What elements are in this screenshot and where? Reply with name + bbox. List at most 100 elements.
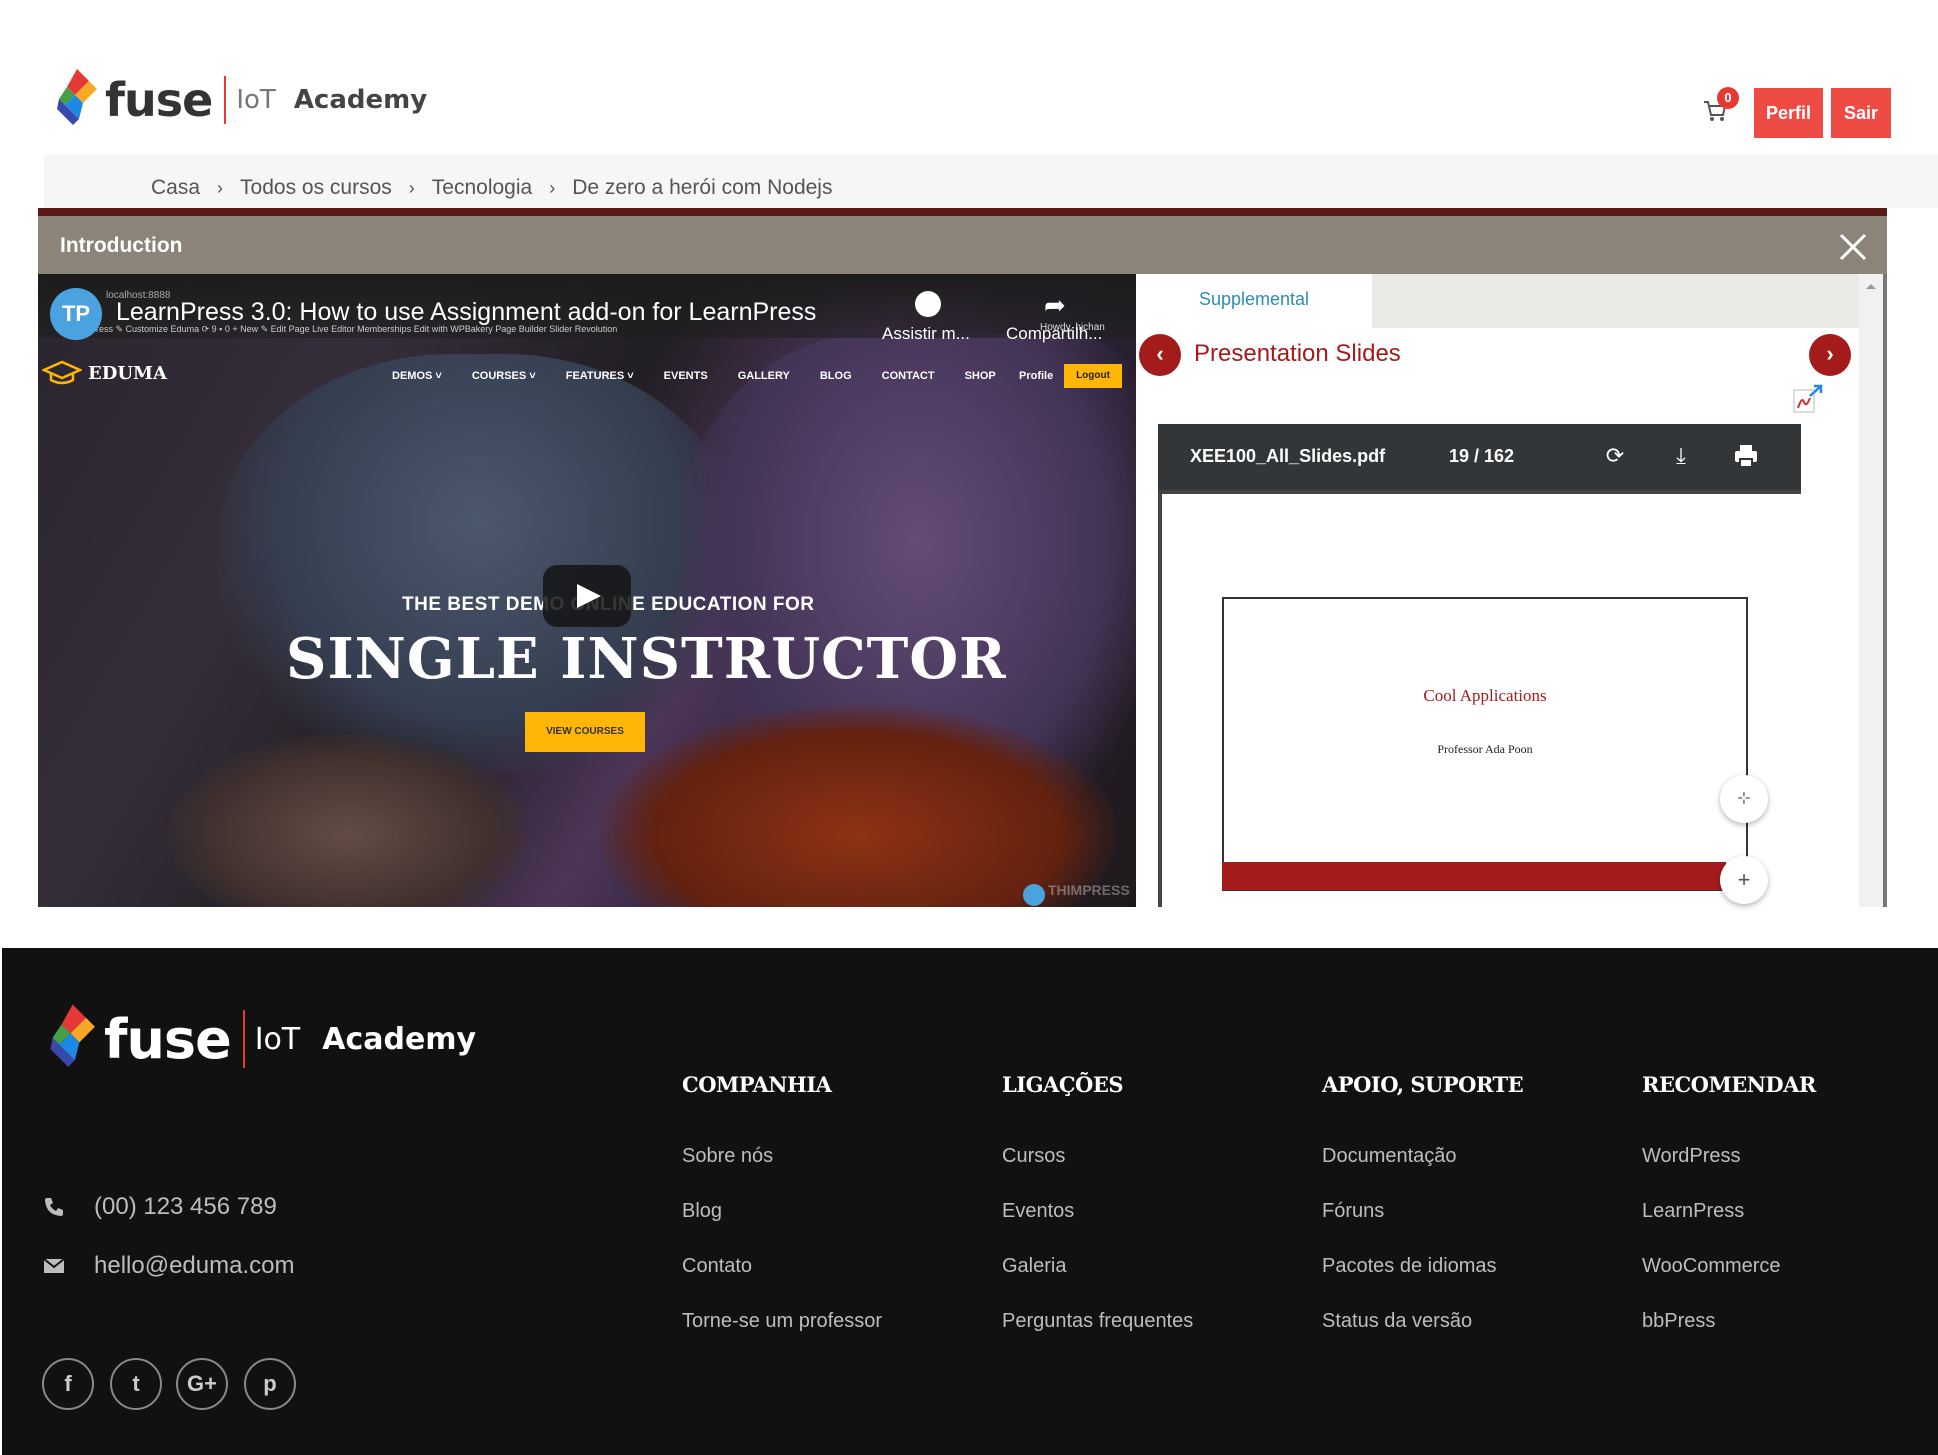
logo-divider: [224, 76, 227, 124]
breadcrumb-separator: ›: [217, 177, 224, 198]
play-icon[interactable]: [543, 565, 631, 627]
logo-academy: Academy: [293, 85, 428, 115]
pdf-open-external-icon[interactable]: [1792, 384, 1824, 414]
facebook-icon[interactable]: f: [42, 1358, 94, 1410]
breadcrumb-separator: ›: [549, 177, 556, 198]
footer-phone-number[interactable]: (00) 123 456 789: [94, 1193, 277, 1221]
footer-link[interactable]: WordPress: [1642, 1145, 1816, 1200]
phone-icon: [45, 1198, 63, 1216]
video-site-logo-text: EDUMA: [88, 362, 167, 384]
breadcrumb-separator: ›: [408, 177, 415, 198]
breadcrumb-item-home[interactable]: Casa: [151, 176, 200, 200]
fuse-logo-mark-icon: [57, 69, 97, 125]
download-icon[interactable]: ⤓: [1667, 442, 1695, 470]
footer-logo-divider: [242, 1010, 245, 1068]
footer-link[interactable]: Torne-se um professor: [682, 1310, 882, 1365]
video-nav-item: CONTACT: [881, 370, 935, 382]
breadcrumb-item-course: De zero a herói com Nodejs: [572, 176, 833, 199]
previous-slide-button[interactable]: ‹: [1139, 334, 1181, 376]
video-nav-item: BLOG: [819, 370, 852, 382]
video-channel-avatar[interactable]: TP: [50, 288, 102, 340]
footer-link[interactable]: Sobre nós: [682, 1145, 882, 1200]
video-nav-item: GALLERY: [737, 370, 790, 382]
footer-phone: (00) 123 456 789: [42, 1193, 277, 1221]
video-site-logo: EDUMA: [42, 360, 167, 386]
twitter-icon[interactable]: t: [110, 1358, 162, 1410]
footer-column-title: APOIO, SUPORTE: [1322, 1072, 1524, 1097]
footer-column-title: RECOMENDAR: [1642, 1072, 1816, 1097]
page: fuse IoT Academy 0 Perfil Sair Casa › To…: [0, 0, 1938, 1455]
pdf-page-counter: 19 / 162: [1449, 446, 1515, 466]
lesson-header: [38, 216, 1887, 274]
footer-link[interactable]: WooCommerce: [1642, 1255, 1816, 1310]
video-player[interactable]: localhost:8888 ress ✎ Customize Eduma ⟳ …: [38, 274, 1136, 907]
rotate-icon[interactable]: ⟳: [1601, 442, 1629, 470]
pdf-filename: XEE100_All_Slides.pdf: [1190, 446, 1386, 466]
footer-column-support: APOIO, SUPORTE Documentação Fóruns Pacot…: [1322, 1072, 1524, 1365]
video-nav-item: FEATURES ˅: [565, 370, 634, 382]
footer-link[interactable]: LearnPress: [1642, 1200, 1816, 1255]
video-title[interactable]: LearnPress 3.0: How to use Assignment ad…: [116, 298, 816, 327]
cart-count-badge: 0: [1717, 87, 1739, 109]
footer-link[interactable]: Cursos: [1002, 1145, 1193, 1200]
footer-link[interactable]: Documentação: [1322, 1145, 1523, 1200]
logo-iot: IoT: [236, 85, 276, 115]
footer-column-recommend: RECOMENDAR WordPress LearnPress WooComme…: [1642, 1072, 1816, 1365]
fit-page-icon[interactable]: ⊹: [1720, 775, 1768, 823]
slide-title: Cool Applications: [1423, 686, 1547, 705]
pinterest-icon[interactable]: p: [244, 1358, 296, 1410]
watch-later-label[interactable]: Assistir m...: [882, 324, 970, 344]
close-icon[interactable]: [1838, 232, 1868, 262]
footer-logo-iot: IoT: [254, 1021, 301, 1057]
footer-link[interactable]: Fóruns: [1322, 1200, 1523, 1255]
footer-link[interactable]: bbPress: [1642, 1310, 1816, 1365]
video-nav-item: DEMOS ˅: [392, 370, 442, 382]
footer-logo-word: fuse: [104, 1007, 232, 1071]
next-slide-button[interactable]: ›: [1809, 334, 1851, 376]
footer-link[interactable]: Contato: [682, 1255, 882, 1310]
share-icon[interactable]: ➦: [1044, 290, 1066, 321]
footer-email-address[interactable]: hello@eduma.com: [94, 1252, 294, 1280]
footer-column-company: COMPANHIA Sobre nós Blog Contato Torne-s…: [682, 1072, 882, 1365]
lesson-top-border: [38, 208, 1887, 216]
footer-column-title: LIGAÇÕES: [1002, 1072, 1124, 1097]
footer-link[interactable]: Pacotes de idiomas: [1322, 1255, 1523, 1310]
video-nav-item: COURSES ˅: [471, 370, 536, 382]
logo-word: fuse: [105, 73, 213, 127]
video-nav-logout: Logout: [1064, 364, 1122, 388]
video-watermark: THIMPRESS: [1048, 882, 1130, 898]
footer-link[interactable]: Eventos: [1002, 1200, 1193, 1255]
footer-link[interactable]: Perguntas frequentes: [1002, 1310, 1193, 1365]
slide-subtitle: Professor Ada Poon: [1437, 742, 1533, 756]
profile-button[interactable]: Perfil: [1754, 88, 1823, 138]
share-label[interactable]: Compartilh...: [1006, 324, 1102, 344]
video-cta: VIEW COURSES: [525, 712, 645, 752]
footer-link[interactable]: Blog: [682, 1200, 882, 1255]
breadcrumb: Casa › Todos os cursos › Tecnologia › De…: [151, 176, 832, 200]
breadcrumb-item-all-courses[interactable]: Todos os cursos: [240, 176, 392, 200]
video-nav-item: EVENTS: [663, 370, 708, 382]
envelope-icon: [43, 1258, 65, 1273]
print-icon[interactable]: [1732, 442, 1760, 470]
tab-supplemental[interactable]: Supplemental: [1136, 274, 1372, 328]
thimpress-logo-icon: [1023, 884, 1045, 906]
footer-logo[interactable]: fuse IoT Academy: [48, 1000, 476, 1078]
footer-link[interactable]: Status da versão: [1322, 1310, 1523, 1365]
footer-column-links: LIGAÇÕES Cursos Eventos Galeria Pergunta…: [1002, 1072, 1193, 1365]
lesson-title: Introduction: [60, 234, 183, 257]
site-header: fuse IoT Academy 0 Perfil Sair: [0, 0, 1938, 155]
site-logo[interactable]: fuse IoT Academy: [55, 60, 427, 140]
footer-email: hello@eduma.com: [42, 1252, 294, 1280]
scroll-up-icon[interactable]: [1864, 282, 1878, 290]
zoom-in-icon[interactable]: +: [1720, 856, 1768, 904]
logout-button[interactable]: Sair: [1831, 88, 1891, 138]
pdf-slide-footer-bar: [1222, 862, 1726, 890]
watch-later-icon[interactable]: [915, 291, 941, 317]
google-plus-icon[interactable]: G+: [176, 1358, 228, 1410]
footer-column-title: COMPANHIA: [682, 1072, 832, 1097]
breadcrumb-item-category[interactable]: Tecnologia: [432, 176, 532, 200]
video-site-nav: DEMOS ˅ COURSES ˅ FEATURES ˅ EVENTS GALL…: [392, 370, 1026, 382]
footer-link[interactable]: Galeria: [1002, 1255, 1193, 1310]
footer-logo-academy: Academy: [322, 1021, 477, 1057]
supplemental-scrollbar[interactable]: [1859, 274, 1883, 907]
